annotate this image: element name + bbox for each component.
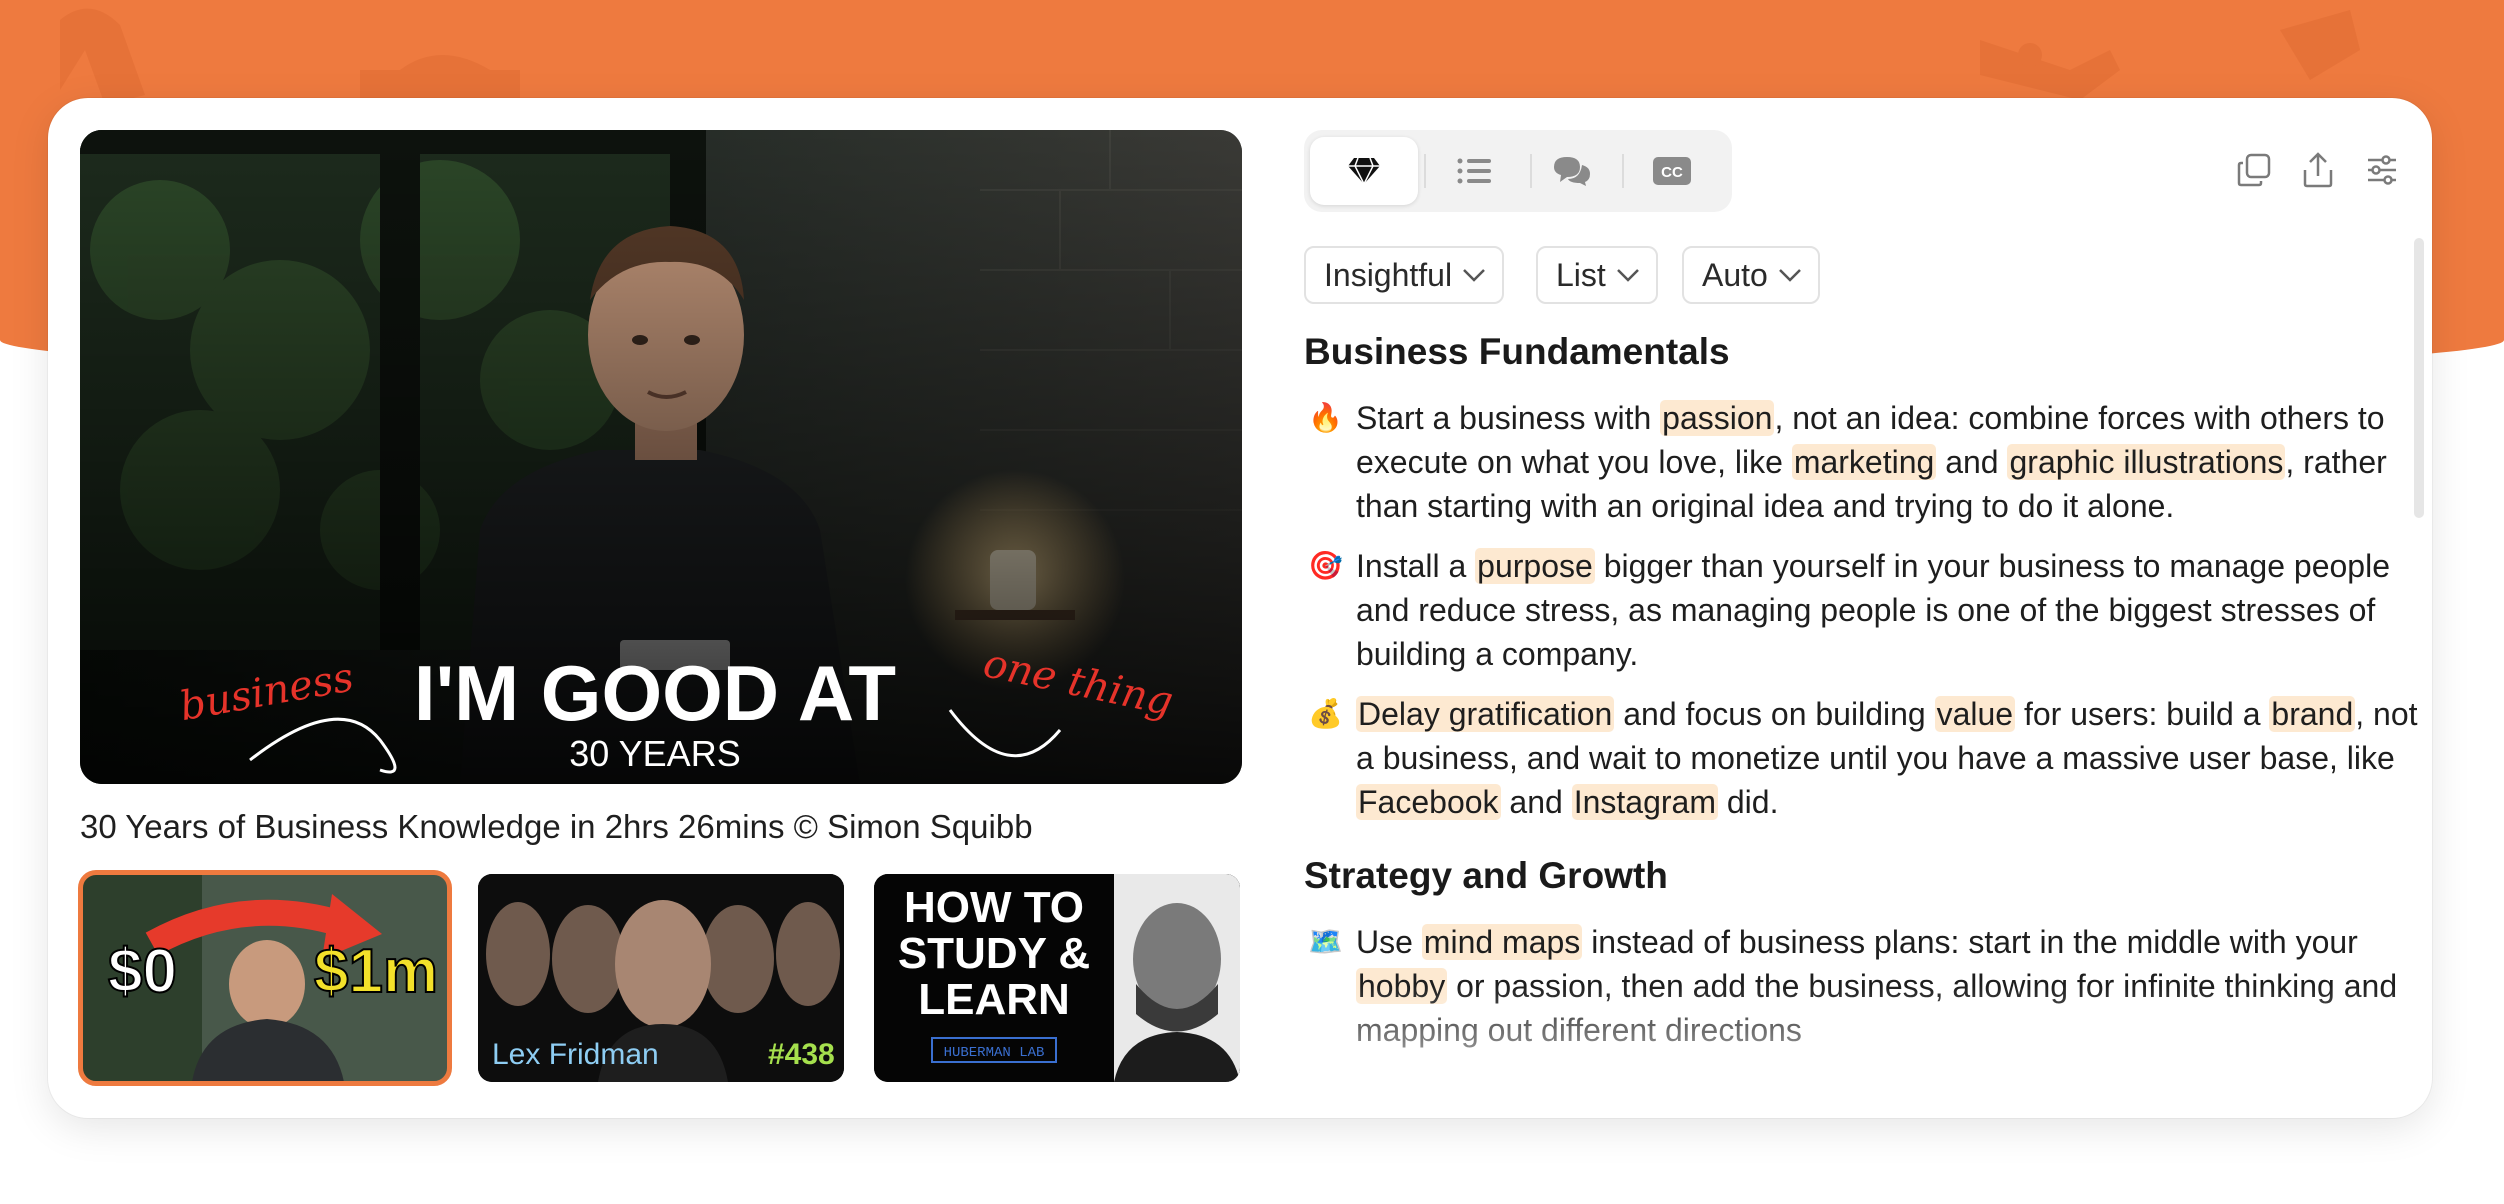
bullet-emoji-icon: 🗺️ [1308,926,1343,957]
highlighted-keyword[interactable]: brand [2269,696,2356,732]
language-dropdown-value: Auto [1702,256,1768,293]
language-dropdown[interactable]: Auto [1682,246,1820,304]
thumbnail-line-1: HOW TO [904,883,1084,932]
tab-transcript[interactable]: CC [1618,137,1726,205]
video-caption-main: I'M GOOD AT [414,649,896,737]
style-dropdown-value: Insightful [1324,256,1453,293]
summary-content: Business Fundamentals 🔥 Start a business w… [1304,326,2424,1052]
tab-chat[interactable] [1518,137,1626,205]
highlighted-keyword[interactable]: Delay gratification [1356,696,1615,732]
thumbnail-text-left: Lex Fridman [492,1038,659,1071]
bullet-text: and [1936,444,2008,480]
bullet-text: and focus on building [1614,696,1935,732]
settings-sliders-icon [2368,155,2396,185]
tab-outline[interactable] [1420,137,1528,205]
cc-label: CC [1661,164,1683,181]
bullet-text: Use [1356,924,1422,960]
bullet-emoji-icon: 🔥 [1308,402,1343,433]
highlighted-keyword[interactable]: marketing [1791,444,1937,480]
style-dropdown[interactable]: Insightful [1304,246,1505,304]
summary-bullet: 🔥 Start a business with passion, not an i… [1304,396,2424,528]
video-player[interactable]: business I'M GOOD AT 30 YEARS one thing [80,130,1242,784]
highlighted-keyword[interactable]: purpose [1475,548,1595,584]
share-button[interactable] [2298,150,2338,190]
summary-bullet: 🎯 Install a purpose bigger than yourself … [1304,544,2424,676]
bullet-text: for users: build a [2015,696,2270,732]
thumbnail-badge: HUBERMAN LAB [944,1045,1045,1061]
share-icon [2303,152,2333,188]
bullet-text: Start a business with [1356,400,1661,436]
tab-summary[interactable] [1310,137,1418,205]
list-icon [1457,158,1491,184]
section-heading: Strategy and Growth [1304,855,1668,896]
thumbnail-text-left: $0 [108,937,177,1006]
video-caption-sub: 30 YEARS [569,733,740,774]
chevron-down-icon [1778,269,1801,282]
gem-icon [1348,157,1380,186]
highlighted-keyword[interactable]: Instagram [1571,784,1718,820]
highlighted-keyword[interactable]: Facebook [1356,784,1501,820]
chevron-down-icon [1463,269,1485,282]
summary-bullet: 💰 Delay gratification and focus on buildi… [1304,692,2424,824]
thumbnail-text-right: $1m [314,937,438,1006]
copy-icon [2237,153,2271,187]
related-video-thumbnail[interactable]: Lex Fridman #438 [478,874,844,1082]
summary-fade [1304,986,2424,1106]
thumbnail-line-2: STUDY & [898,929,1090,978]
related-video-thumbnail[interactable]: $0 $1m [78,870,452,1086]
settings-button[interactable] [2362,150,2402,190]
bullet-text: did. [1717,784,1779,820]
bullet-text: and [1500,784,1572,820]
chevron-down-icon [1616,269,1639,282]
bullet-emoji-icon: 🎯 [1308,550,1343,581]
highlighted-keyword[interactable]: value [1934,696,2016,732]
bullet-text: Install a [1356,548,1476,584]
summary-panel: Business Fundamentals 🔥 Start a business w… [1304,326,2424,1106]
highlighted-keyword[interactable]: mind maps [1421,924,1583,960]
thumbnail-text-right: #438 [768,1038,835,1071]
main-card: business I'M GOOD AT 30 YEARS one thing … [48,98,2432,1118]
video-title: 30 Years of Business Knowledge in 2hrs 2… [80,808,1033,845]
thumbnail-line-3: LEARN [918,975,1070,1024]
cc-icon: CC [1653,157,1691,185]
bullet-emoji-icon: 💰 [1308,698,1343,729]
section-heading: Business Fundamentals [1304,331,1730,372]
view-tabs: CC [1304,130,1732,212]
highlighted-keyword[interactable]: passion [1660,400,1775,436]
format-dropdown-value: List [1556,256,1606,293]
chat-icon [1554,157,1590,186]
format-dropdown[interactable]: List [1536,246,1658,304]
related-video-thumbnail[interactable]: HOW TO STUDY & LEARN HUBERMAN LAB [874,874,1240,1082]
copy-button[interactable] [2234,150,2274,190]
bullet-text: instead of business plans: start in the … [1582,924,2358,960]
highlighted-keyword[interactable]: graphic illustrations [2007,444,2286,480]
